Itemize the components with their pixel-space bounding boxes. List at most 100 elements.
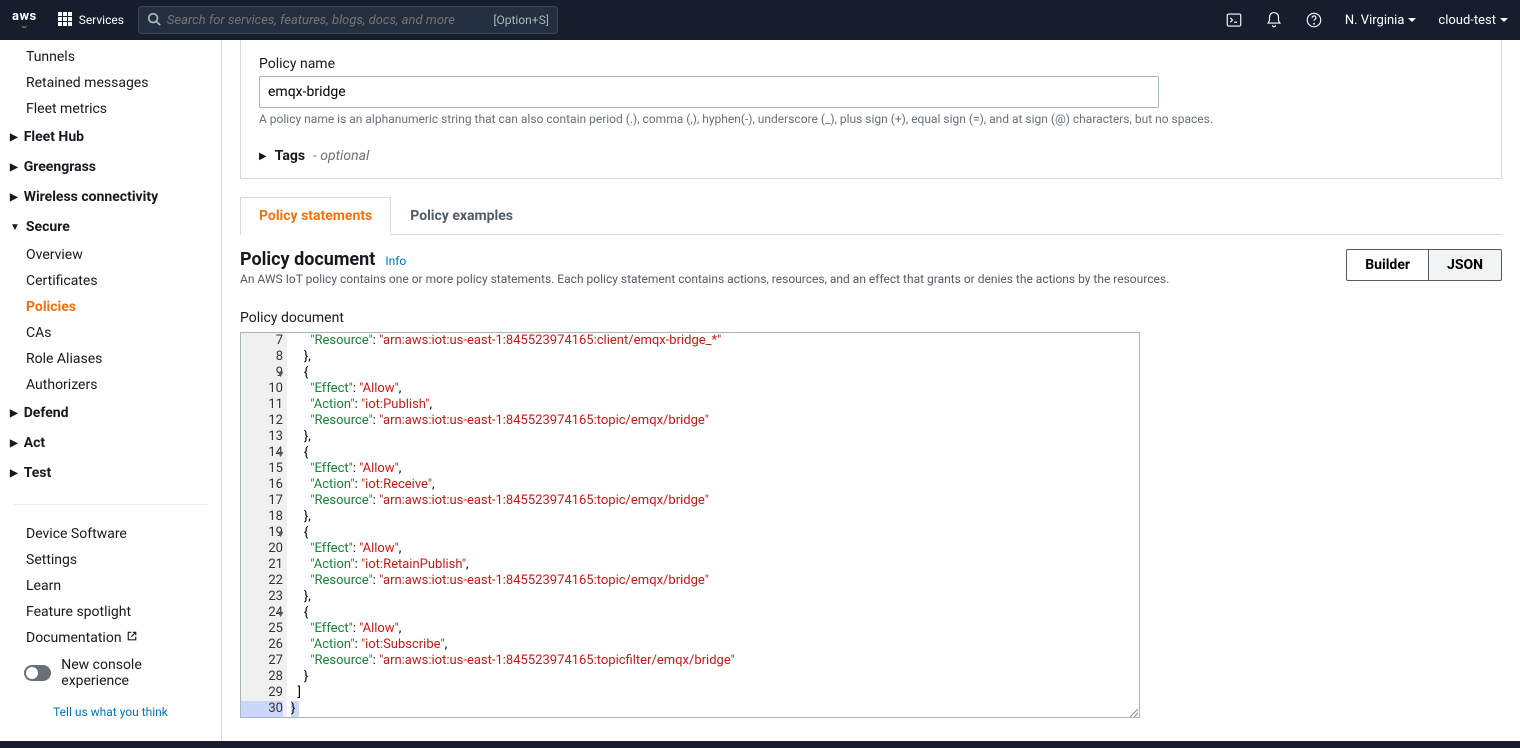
code-line: },	[291, 509, 1139, 525]
policy-document-label: Policy document	[240, 310, 1502, 326]
builder-button[interactable]: Builder	[1346, 249, 1428, 281]
line-number: 8	[241, 349, 283, 365]
account-menu[interactable]: cloud-test	[1438, 13, 1508, 28]
new-console-label: New console experience	[61, 657, 209, 689]
resize-handle-icon[interactable]	[1128, 706, 1138, 716]
code-line: "Resource": "arn:aws:iot:us-east-1:84552…	[291, 573, 1139, 589]
line-number: 11	[241, 397, 283, 413]
policy-name-hint: A policy name is an alphanumeric string …	[259, 112, 1483, 126]
sidebar-item-role aliases[interactable]: Role Aliases	[0, 346, 221, 372]
code-line: "Resource": "arn:aws:iot:us-east-1:84552…	[291, 413, 1139, 429]
code-line: {	[291, 605, 1139, 621]
line-number: 24▼	[241, 605, 283, 621]
feedback-link[interactable]: Tell us what you think	[0, 695, 221, 729]
code-line: "Action": "iot:Publish",	[291, 397, 1139, 413]
sidebar-group-label: Defend	[24, 405, 69, 421]
sidebar-item[interactable]: Retained messages	[0, 70, 221, 96]
switch-icon	[24, 665, 51, 681]
line-number: 20	[241, 541, 283, 557]
sidebar-item[interactable]: Tunnels	[0, 44, 221, 70]
code-line: }	[291, 669, 1139, 685]
line-number: 10	[241, 381, 283, 397]
code-line: "Resource": "arn:aws:iot:us-east-1:84552…	[291, 333, 1139, 349]
line-number: 22	[241, 573, 283, 589]
footer-bar	[0, 741, 1520, 748]
help-icon[interactable]	[1305, 11, 1323, 29]
caret-icon: ▼	[10, 222, 20, 233]
line-number: 12	[241, 413, 283, 429]
editor-mode-toggle: Builder JSON	[1346, 249, 1502, 281]
sidebar-group-label: Wireless connectivity	[24, 189, 158, 205]
sidebar-group-greengrass[interactable]: ▶ Greengrass	[0, 152, 221, 182]
sidebar-group-label: Test	[24, 465, 52, 481]
policy-name-input[interactable]	[259, 76, 1159, 108]
code-line: "Effect": "Allow",	[291, 621, 1139, 637]
caret-icon: ▶	[10, 468, 18, 479]
top-nav: aws ⌣ Services [Option+S] N. Virginia cl…	[0, 0, 1520, 40]
info-link[interactable]: Info	[385, 254, 406, 268]
sidebar: TunnelsRetained messagesFleet metrics▶Fl…	[0, 40, 222, 741]
sidebar-item-certificates[interactable]: Certificates	[0, 268, 221, 294]
line-number: 14▼	[241, 445, 283, 461]
sidebar-item[interactable]: Documentation	[0, 625, 221, 651]
sidebar-item-overview[interactable]: Overview	[0, 242, 221, 268]
sidebar-group-act[interactable]: ▶Act	[0, 428, 221, 458]
sidebar-item-authorizers[interactable]: Authorizers	[0, 372, 221, 398]
line-number: 18	[241, 509, 283, 525]
sidebar-item-cas[interactable]: CAs	[0, 320, 221, 346]
policy-document-sub: An AWS IoT policy contains one or more p…	[240, 272, 1169, 286]
sidebar-group-label: Greengrass	[24, 159, 96, 175]
line-number: 13	[241, 429, 283, 445]
line-number: 29	[241, 685, 283, 701]
aws-logo[interactable]: aws ⌣	[12, 10, 37, 31]
sidebar-item[interactable]: Device Software	[0, 521, 221, 547]
caret-icon: ▶	[10, 192, 18, 203]
external-link-icon	[126, 630, 138, 646]
new-console-toggle[interactable]: New console experience	[0, 651, 221, 695]
code-line: },	[291, 349, 1139, 365]
search-input[interactable]	[167, 13, 493, 28]
sidebar-group-label: Fleet Hub	[24, 129, 84, 145]
region-selector[interactable]: N. Virginia	[1345, 13, 1417, 28]
sidebar-item[interactable]: Feature spotlight	[0, 599, 221, 625]
search-shortcut: [Option+S]	[493, 13, 549, 27]
code-line: {	[291, 445, 1139, 461]
services-menu[interactable]: Services	[57, 11, 124, 30]
cloudshell-icon[interactable]	[1225, 11, 1243, 29]
tags-label: Tags	[275, 148, 305, 164]
search-icon	[147, 12, 161, 29]
sidebar-item[interactable]: Settings	[0, 547, 221, 573]
code-line: "Resource": "arn:aws:iot:us-east-1:84552…	[291, 653, 1139, 669]
policy-properties-panel: Policy name A policy name is an alphanum…	[240, 40, 1502, 179]
line-number: 7	[241, 333, 283, 349]
code-line: ]	[291, 685, 1139, 701]
tab-policy-statements[interactable]: Policy statements	[240, 197, 391, 235]
code-line: "Resource": "arn:aws:iot:us-east-1:84552…	[291, 493, 1139, 509]
json-button[interactable]: JSON	[1428, 249, 1502, 281]
sidebar-group-wireless connectivity[interactable]: ▶ Wireless connectivity	[0, 182, 221, 212]
code-line: "Action": "iot:Receive",	[291, 477, 1139, 493]
policy-document-title: Policy document	[240, 249, 375, 270]
line-number: 30	[241, 701, 283, 717]
sidebar-group-test[interactable]: ▶ Test	[0, 458, 221, 488]
line-number: 19▼	[241, 525, 283, 541]
caret-icon: ▶	[10, 438, 18, 449]
tags-toggle[interactable]: ▶ Tags - optional	[259, 148, 1483, 164]
tab-policy-examples[interactable]: Policy examples	[391, 197, 532, 234]
sidebar-group-defend[interactable]: ▶Defend	[0, 398, 221, 428]
notifications-icon[interactable]	[1265, 11, 1283, 29]
json-editor[interactable]: 789▼1011121314▼1516171819▼2021222324▼252…	[240, 332, 1140, 718]
caret-icon: ▶	[10, 162, 18, 173]
code-line: {	[291, 525, 1139, 541]
sidebar-group-label: Secure	[26, 219, 70, 235]
sidebar-item[interactable]: Fleet metrics	[0, 96, 221, 122]
sidebar-item[interactable]: Learn	[0, 573, 221, 599]
global-search[interactable]: [Option+S]	[138, 6, 558, 34]
line-number: 26	[241, 637, 283, 653]
sidebar-item-policies[interactable]: Policies	[0, 294, 221, 320]
policy-name-label: Policy name	[259, 56, 1483, 72]
caret-right-icon: ▶	[259, 151, 267, 162]
sidebar-group-secure[interactable]: ▼ Secure	[0, 212, 221, 242]
sidebar-group-fleet hub[interactable]: ▶Fleet Hub	[0, 122, 221, 152]
line-number: 25	[241, 621, 283, 637]
